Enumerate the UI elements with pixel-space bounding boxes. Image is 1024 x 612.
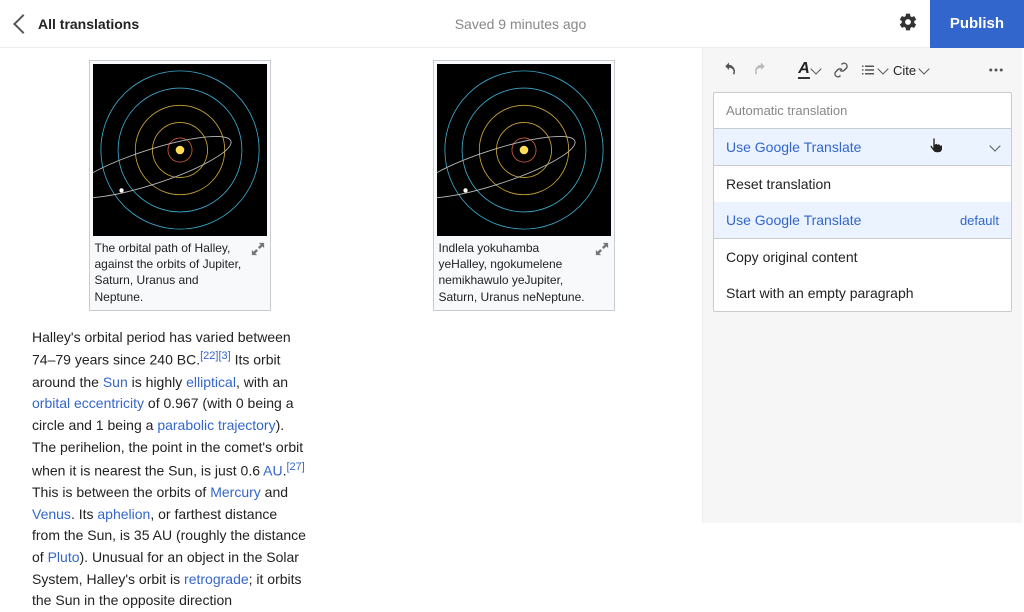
cursor-pointer-icon	[929, 137, 943, 156]
settings-button[interactable]	[886, 0, 930, 48]
translation-selector[interactable]: Use Google Translate	[714, 128, 1011, 166]
default-badge: default	[960, 213, 999, 228]
gear-icon	[898, 12, 918, 35]
link-sun[interactable]: Sun	[103, 374, 128, 390]
chevron-down-icon	[989, 140, 1000, 151]
link-au[interactable]: AU	[263, 462, 282, 478]
target-figure: Indlela yokuhamba yeHalley, ngokumelene …	[433, 60, 615, 311]
back-label: All translations	[38, 16, 139, 32]
text-style-button[interactable]: A	[795, 56, 823, 84]
back-button[interactable]: All translations	[0, 0, 155, 47]
cite-button[interactable]: Cite	[889, 63, 932, 78]
reset-translation-button[interactable]: Reset translation	[714, 166, 1011, 202]
chevron-left-icon	[13, 14, 33, 34]
link-orbital-eccentricity[interactable]: orbital eccentricity	[32, 395, 144, 411]
link-parabolic-trajectory[interactable]: parabolic trajectory	[157, 417, 275, 433]
link-mercury[interactable]: Mercury	[210, 484, 261, 500]
link-aphelion[interactable]: aphelion	[97, 506, 150, 522]
selector-label: Use Google Translate	[726, 139, 861, 155]
redo-button[interactable]	[747, 56, 775, 84]
copy-original-button[interactable]: Copy original content	[714, 239, 1011, 275]
enlarge-icon[interactable]	[595, 242, 609, 256]
format-toolbar: A Cite	[703, 48, 1022, 92]
use-google-translate-button[interactable]: Use Google Translate default	[714, 202, 1011, 239]
link-button[interactable]	[827, 56, 855, 84]
list-button[interactable]	[859, 56, 887, 84]
orbit-image	[437, 64, 611, 236]
target-caption: Indlela yokuhamba yeHalley, ngokumelene …	[439, 240, 591, 305]
orbit-image	[93, 64, 267, 236]
translation-panel: Automatic translation Use Google Transla…	[713, 92, 1012, 312]
empty-paragraph-button[interactable]: Start with an empty paragraph	[714, 275, 1011, 311]
reference-3[interactable]: [3]	[218, 350, 230, 362]
reference-27[interactable]: [27]	[286, 461, 304, 473]
undo-button[interactable]	[715, 56, 743, 84]
reference-22[interactable]: [22]	[200, 350, 218, 362]
source-caption: The orbital path of Halley, against the …	[95, 240, 247, 305]
saved-status: Saved 9 minutes ago	[455, 16, 587, 32]
link-elliptical[interactable]: elliptical	[186, 374, 236, 390]
enlarge-icon[interactable]	[251, 242, 265, 256]
link-venus[interactable]: Venus	[32, 506, 71, 522]
source-figure: The orbital path of Halley, against the …	[89, 60, 271, 311]
link-retrograde[interactable]: retrograde	[184, 571, 249, 587]
panel-header: Automatic translation	[714, 93, 1011, 128]
publish-button[interactable]: Publish	[930, 0, 1024, 48]
link-pluto[interactable]: Pluto	[48, 549, 80, 565]
source-paragraph: Halley's orbital period has varied betwe…	[32, 327, 327, 612]
more-button[interactable]	[982, 56, 1010, 84]
